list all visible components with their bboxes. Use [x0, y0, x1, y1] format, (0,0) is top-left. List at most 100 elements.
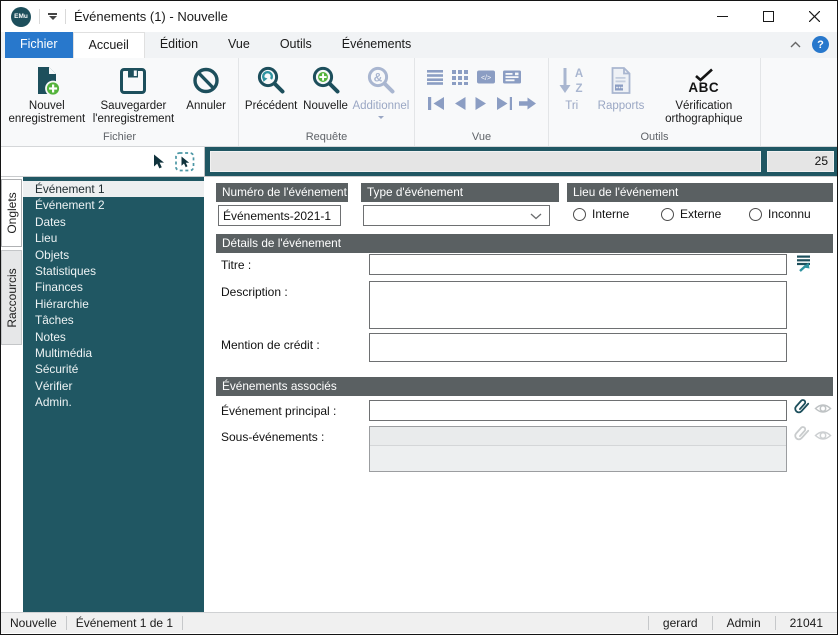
credit-input[interactable] [369, 333, 787, 362]
group-label-vue: Vue [471, 131, 492, 143]
view-attachment-icon[interactable] [814, 402, 832, 415]
status-user: gerard [662, 616, 698, 630]
window-controls [699, 1, 837, 32]
sidebar-item-evenement-2[interactable]: Événement 2 [23, 197, 204, 213]
ribbon-group-fichier: Nouvel enregistrement Sauvegarder l'enre… [1, 58, 239, 146]
main-event-label: Événement principal : [221, 404, 337, 418]
tab-edition[interactable]: Édition [145, 32, 213, 58]
sidebar-item-verifier[interactable]: Vérifier [23, 378, 204, 394]
sidebar-item-admin[interactable]: Admin. [23, 394, 204, 410]
number-section-header: Numéro de l'événement [216, 183, 348, 202]
title-input[interactable] [369, 254, 787, 275]
sidebar-item-objets[interactable]: Objets [23, 247, 204, 263]
attach-icon-disabled [790, 423, 812, 447]
quick-access-toolbar-dropdown-icon[interactable] [48, 13, 57, 20]
save-icon [116, 63, 150, 99]
previous-query-button[interactable]: Précédent [242, 61, 300, 113]
spellcheck-button[interactable]: ABC Vérification orthographique [651, 61, 757, 126]
close-button[interactable] [791, 1, 837, 32]
status-pid: 21041 [789, 616, 823, 630]
title-bar: EMu Événements (1) - Nouvelle [1, 1, 837, 32]
chevron-down-icon [377, 116, 384, 119]
ribbon: Nouvel enregistrement Sauvegarder l'enre… [1, 58, 837, 147]
chevron-down-icon [530, 213, 542, 220]
save-record-button[interactable]: Sauvegarder l'enregistrement [90, 61, 178, 126]
event-number-input[interactable] [218, 205, 341, 226]
sort-button[interactable]: AZ Tri [552, 61, 591, 113]
radio-icon[interactable] [573, 207, 586, 221]
description-textarea[interactable] [369, 281, 787, 329]
selection-strip: 25 [1, 147, 837, 177]
sidebar-item-securite[interactable]: Sécurité [23, 361, 204, 377]
attach-icon[interactable] [790, 396, 812, 420]
event-type-dropdown[interactable] [363, 205, 550, 226]
tab-accueil[interactable]: Accueil [72, 32, 145, 58]
sidebar-item-hierarchie[interactable]: Hiérarchie [23, 296, 204, 312]
marquee-select-icon[interactable] [175, 151, 195, 172]
radio-icon[interactable] [749, 207, 762, 221]
maximize-button[interactable] [745, 1, 791, 32]
sub-events-grid[interactable] [369, 426, 787, 472]
lookup-list-icon[interactable] [794, 253, 814, 273]
status-record-position: Événement 1 de 1 [75, 616, 174, 630]
sidebar-item-notes[interactable]: Notes [23, 329, 204, 345]
help-button[interactable]: ? [812, 36, 829, 53]
record-counter-bar: 25 [205, 147, 837, 176]
titlebar-separator [39, 9, 40, 24]
side-tab-strip: Onglets Raccourcis [1, 177, 23, 612]
sidebar-item-multimedia[interactable]: Multimédia [23, 345, 204, 361]
grid-view-icon[interactable] [452, 68, 469, 85]
first-record-icon[interactable] [427, 96, 445, 111]
window-title: Événements (1) - Nouvelle [74, 9, 228, 24]
previous-record-icon[interactable] [451, 96, 467, 111]
app-icon[interactable]: EMu [11, 6, 31, 27]
collapse-ribbon-icon[interactable] [790, 41, 801, 48]
sidebar-item-taches[interactable]: Tâches [23, 312, 204, 328]
title-label: Titre : [221, 258, 252, 272]
ribbon-tab-bar: Fichier Accueil Édition Vue Outils Événe… [1, 32, 837, 58]
reports-button[interactable]: Rapports [591, 61, 650, 113]
additional-query-button[interactable]: & Additionnel [351, 61, 411, 119]
sidebar-item-finances[interactable]: Finances [23, 279, 204, 295]
status-bar: Nouvelle Événement 1 de 1 gerard Admin 2… [1, 612, 837, 633]
radio-interne[interactable]: Interne [573, 207, 629, 221]
venue-section-header: Lieu de l'événement [567, 183, 833, 202]
view-attachment-icon-disabled [814, 429, 832, 442]
minimize-button[interactable] [699, 1, 745, 32]
detail-view-icon[interactable] [503, 68, 521, 85]
tabs-sidebar: Événement 1 Événement 2 Dates Lieu Objet… [23, 177, 204, 612]
status-group: Admin [726, 616, 761, 630]
radio-externe[interactable]: Externe [661, 207, 721, 221]
tab-onglets[interactable]: Onglets [1, 179, 22, 247]
main-event-input[interactable] [369, 400, 787, 421]
minimize-icon [716, 16, 728, 17]
list-view-icon[interactable] [427, 68, 444, 85]
cancel-button[interactable]: Annuler [177, 61, 235, 113]
radio-inconnu[interactable]: Inconnu [749, 207, 811, 221]
status-mode: Nouvelle [10, 616, 57, 630]
sidebar-item-statistiques[interactable]: Statistiques [23, 263, 204, 279]
next-record-icon[interactable] [473, 96, 489, 111]
new-query-button[interactable]: Nouvelle [300, 61, 351, 113]
record-count: 25 [767, 151, 834, 172]
tab-outils[interactable]: Outils [265, 32, 327, 58]
svg-text:A: A [575, 68, 583, 80]
additional-query-icon: & [364, 63, 398, 99]
titlebar-separator [65, 9, 66, 24]
tab-evenements[interactable]: Événements [327, 32, 426, 58]
details-section-header: Détails de l'événement [216, 234, 833, 253]
sidebar-item-lieu[interactable]: Lieu [23, 230, 204, 246]
code-view-icon[interactable]: </> [477, 68, 495, 85]
new-record-button[interactable]: Nouvel enregistrement [4, 61, 90, 126]
tab-fichier[interactable]: Fichier [5, 32, 73, 58]
new-query-icon [309, 63, 343, 99]
radio-icon[interactable] [661, 207, 674, 221]
last-record-icon[interactable] [495, 96, 513, 111]
sidebar-item-dates[interactable]: Dates [23, 214, 204, 230]
tab-raccourcis[interactable]: Raccourcis [1, 250, 22, 345]
select-arrow-icon[interactable] [151, 154, 166, 170]
sidebar-item-evenement-1[interactable]: Événement 1 [23, 181, 204, 198]
close-icon [808, 11, 820, 22]
goto-record-icon[interactable] [518, 96, 536, 111]
tab-vue[interactable]: Vue [213, 32, 265, 58]
